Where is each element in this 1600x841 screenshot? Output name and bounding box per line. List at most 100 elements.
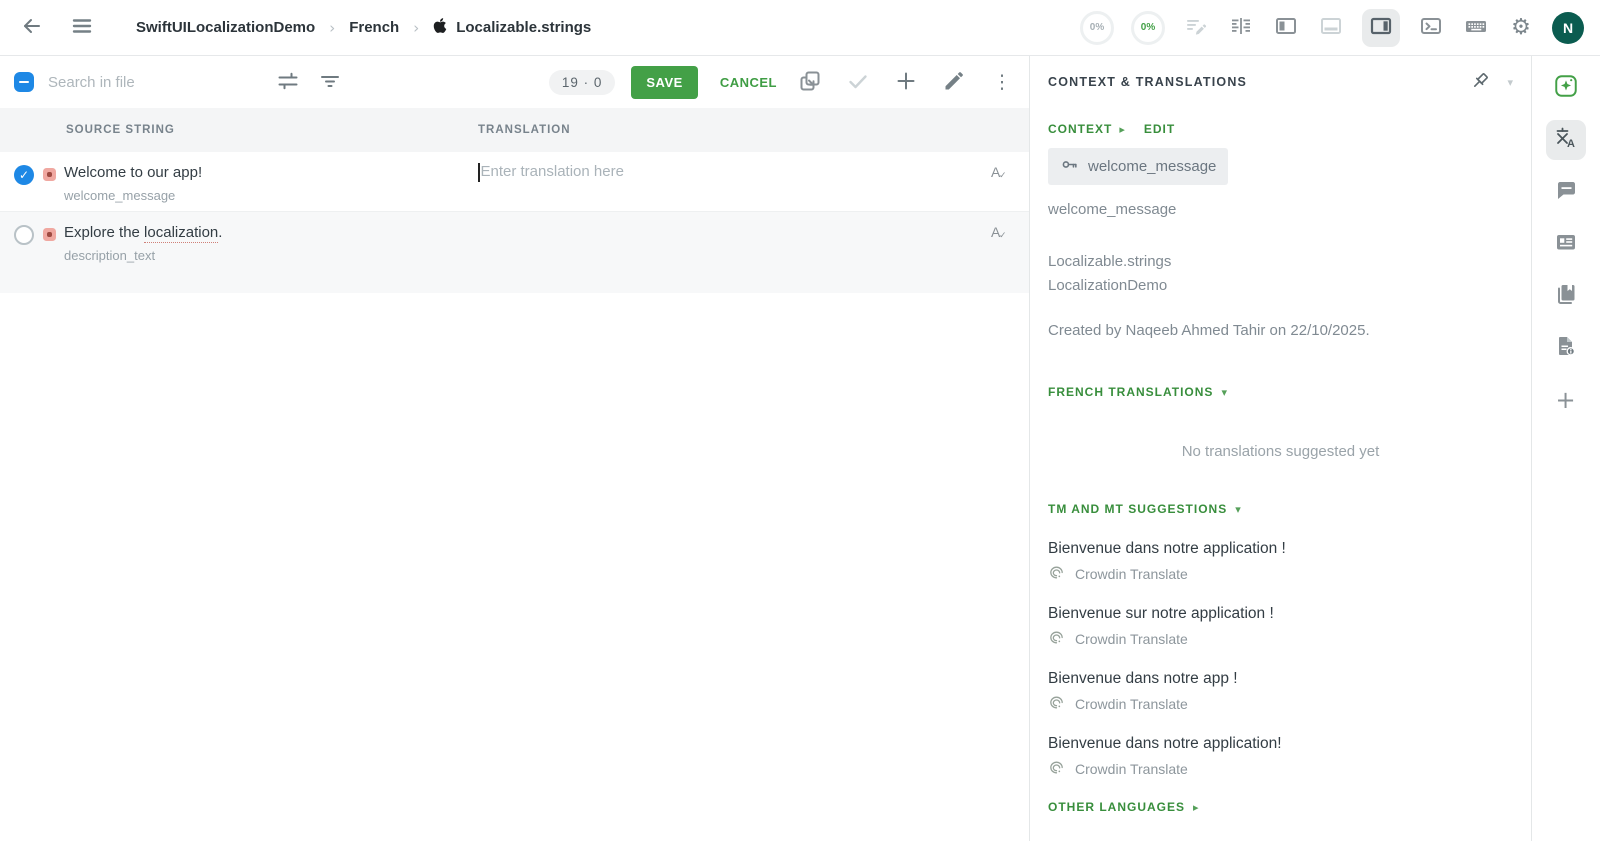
table-header: SOURCE STRING TRANSLATION — [0, 108, 1029, 152]
suggestion-text[interactable]: Bienvenue dans notre application ! — [1048, 540, 1513, 558]
search-input[interactable] — [48, 73, 263, 91]
translate-status-icon[interactable]: A ✓ — [991, 224, 1011, 263]
ai-assistant-button[interactable] — [1546, 68, 1586, 108]
source-cell: Welcome to our app! welcome_message — [64, 162, 478, 203]
strings-counter-badge: 19 · 0 — [548, 69, 616, 95]
edit-context-link[interactable]: EDIT — [1144, 122, 1175, 136]
breadcrumb-file[interactable]: Localizable.strings — [433, 17, 591, 38]
right-panel-view-button[interactable] — [1362, 8, 1400, 47]
kebab-icon: ⋮ — [992, 70, 1012, 93]
panel-collapse-caret-icon[interactable]: ▾ — [1507, 76, 1513, 89]
bottom-panel-view-button[interactable] — [1317, 14, 1345, 42]
pencil-icon — [942, 69, 966, 96]
translated-progress-ring[interactable]: 0% — [1131, 10, 1165, 45]
comments-tab-button[interactable] — [1546, 172, 1586, 212]
row-controls: ✓ — [0, 162, 64, 203]
tune-icon — [276, 69, 300, 96]
suggestion-text[interactable]: Bienvenue dans notre app ! — [1048, 670, 1513, 688]
menu-button[interactable] — [68, 14, 96, 42]
breadcrumb-separator-icon: › — [329, 18, 336, 37]
advanced-filter-button[interactable] — [275, 69, 301, 95]
file-context-tab-button[interactable] — [1546, 328, 1586, 368]
string-key: welcome_message — [64, 188, 176, 203]
other-languages-section-header[interactable]: OTHER LANGUAGES ▸ — [1048, 800, 1513, 814]
side-by-side-view-button[interactable] — [1227, 14, 1255, 42]
crowdin-translate-icon — [1048, 630, 1065, 648]
avatar[interactable]: N — [1552, 11, 1584, 44]
file-info-icon — [1554, 334, 1578, 363]
list-pencil-icon — [1184, 14, 1208, 41]
select-all-checkbox[interactable] — [14, 72, 34, 92]
right-rail: A + — [1532, 56, 1599, 841]
context-links: CONTEXT ▸ EDIT — [1048, 122, 1513, 136]
key-text: welcome_message — [1048, 201, 1177, 218]
suggestion-source: Crowdin Translate — [1048, 630, 1513, 648]
row-actions: A ✓ — [971, 222, 1029, 263]
context-link[interactable]: CONTEXT — [1048, 122, 1112, 136]
breadcrumb-language[interactable]: French — [349, 19, 399, 36]
string-row[interactable]: ✓ Welcome to our app! welcome_message En… — [0, 152, 1029, 212]
copy-source-button[interactable] — [797, 69, 823, 95]
translated-progress-value: 0% — [1140, 22, 1156, 33]
filter-button[interactable] — [317, 69, 343, 95]
other-languages-label: OTHER LANGUAGES — [1048, 800, 1186, 814]
avatar-initial: N — [1562, 19, 1574, 36]
pin-panel-button[interactable] — [1467, 69, 1493, 95]
suggestion-item[interactable]: Bienvenue sur notre application ! Crowdi… — [1048, 605, 1513, 648]
bottom-panel-icon — [1319, 14, 1343, 41]
back-button[interactable] — [18, 14, 46, 42]
translation-input[interactable] — [478, 222, 971, 263]
string-row[interactable]: Explore the localization. description_te… — [0, 212, 1029, 293]
copy-icon — [798, 69, 822, 96]
unsaved-changes-button[interactable] — [1182, 14, 1210, 42]
row-checkbox[interactable]: ✓ — [14, 165, 34, 185]
crowdin-translate-icon — [1048, 565, 1065, 583]
source-string-text: Explore the localization. — [64, 224, 223, 243]
suggestion-text[interactable]: Bienvenue sur notre application ! — [1048, 605, 1513, 623]
project-name: LocalizationDemo — [1048, 277, 1168, 294]
file-name: Localizable.strings — [1048, 253, 1172, 270]
filter-icon — [318, 69, 342, 96]
small-check-glyph: ✓ — [999, 171, 1007, 181]
topbar-actions: 0% 0% ⚙ N — [1080, 8, 1584, 47]
suggestion-item[interactable]: Bienvenue dans notre app ! Crowdin Trans… — [1048, 670, 1513, 713]
left-panel-icon — [1274, 14, 1298, 41]
console-button[interactable] — [1417, 14, 1445, 42]
text-cursor — [478, 163, 480, 182]
tm-mt-section-header[interactable]: TM AND MT SUGGESTIONS ▾ — [1048, 502, 1513, 516]
panel-title: CONTEXT & TRANSLATIONS — [1048, 75, 1248, 89]
suggestion-item[interactable]: Bienvenue dans notre application! Crowdi… — [1048, 735, 1513, 778]
breadcrumb-separator-icon: › — [413, 18, 420, 37]
save-button[interactable]: SAVE — [631, 65, 698, 99]
string-details-tab-button[interactable] — [1546, 224, 1586, 264]
cancel-button[interactable]: CANCEL — [714, 67, 783, 98]
translate-status-icon[interactable]: A ✓ — [991, 164, 1011, 203]
add-string-button[interactable] — [893, 69, 919, 95]
small-check-glyph: ✓ — [999, 231, 1007, 241]
row-checkbox[interactable] — [14, 225, 34, 245]
keyboard-shortcuts-button[interactable] — [1462, 14, 1490, 42]
breadcrumb: SwiftUILocalizationDemo › French › Local… — [136, 17, 591, 38]
left-panel-view-button[interactable] — [1272, 14, 1300, 42]
translation-input[interactable]: Enter translation here — [478, 162, 971, 203]
glossary-tab-button[interactable] — [1546, 276, 1586, 316]
suggestion-item[interactable]: Bienvenue dans notre application ! Crowd… — [1048, 540, 1513, 583]
french-translations-section-header[interactable]: FRENCH TRANSLATIONS ▾ — [1048, 385, 1513, 399]
approve-button[interactable] — [845, 69, 871, 95]
suggestion-text[interactable]: Bienvenue dans notre application! — [1048, 735, 1513, 753]
article-icon — [1554, 230, 1578, 259]
source-progress-ring[interactable]: 0% — [1080, 10, 1114, 45]
add-panel-button[interactable]: + — [1546, 380, 1586, 420]
keyboard-icon — [1463, 14, 1489, 41]
string-key-chip[interactable]: welcome_message — [1048, 148, 1229, 185]
translations-tab-button[interactable]: A — [1545, 120, 1586, 160]
more-menu-button[interactable]: ⋮ — [989, 69, 1015, 95]
check-icon — [846, 69, 870, 96]
context-caret-icon: ▸ — [1119, 122, 1125, 136]
settings-button[interactable]: ⚙ — [1507, 14, 1535, 42]
breadcrumb-project[interactable]: SwiftUILocalizationDemo — [136, 19, 315, 36]
key-chip-label: welcome_message — [1088, 158, 1217, 175]
edit-string-button[interactable] — [941, 69, 967, 95]
caret-down-icon: ▾ — [1235, 502, 1241, 516]
source-string-header: SOURCE STRING — [66, 124, 175, 136]
